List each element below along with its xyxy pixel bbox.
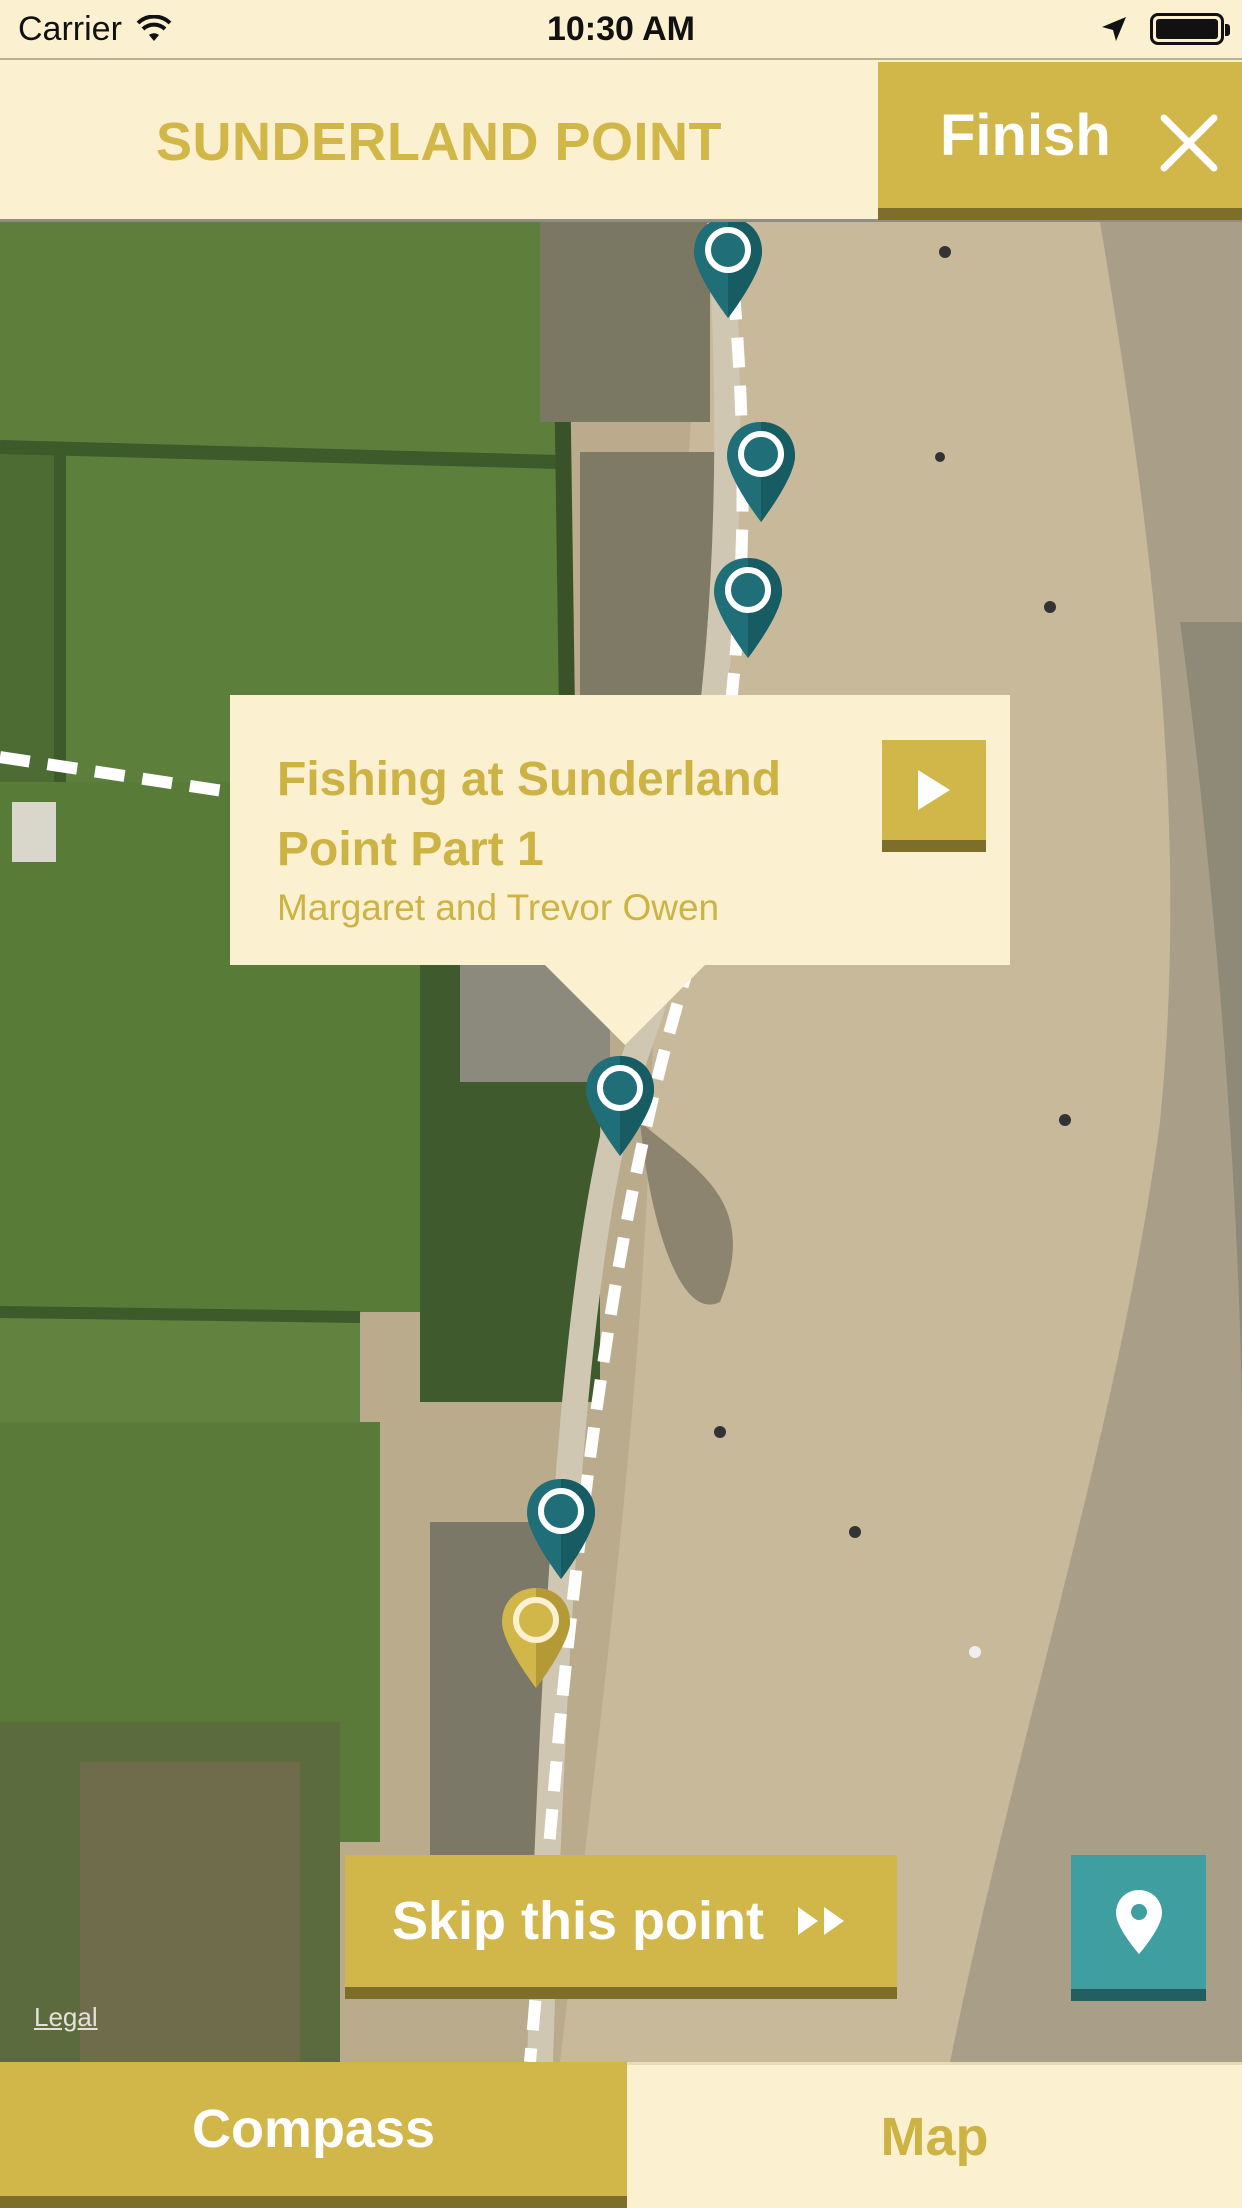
waypoint-pin[interactable] (523, 1475, 599, 1585)
play-icon (918, 770, 950, 810)
satellite-map[interactable]: Fishing at Sunderland Point Part 1 Marga… (0, 222, 1242, 2062)
waypoint-pin[interactable] (710, 554, 786, 664)
map-pin-icon (1115, 1890, 1162, 1954)
close-icon[interactable] (1160, 114, 1218, 172)
map-pin-icon (727, 422, 795, 522)
skip-label: Skip this point (392, 1891, 764, 1951)
finish-button[interactable]: Finish (878, 62, 1242, 220)
carrier-label: Carrier (18, 9, 122, 48)
tab-map[interactable]: Map (627, 2062, 1242, 2208)
skip-point-button[interactable]: Skip this point (345, 1855, 897, 1999)
tab-compass[interactable]: Compass (0, 2062, 627, 2208)
header: SUNDERLAND POINT Finish (0, 62, 1242, 222)
page-title: SUNDERLAND POINT (155, 112, 722, 172)
location-arrow-icon (1102, 17, 1126, 41)
status-bar: Carrier 10:30 AM (0, 0, 1242, 60)
map-pin-icon (714, 558, 782, 658)
status-time: 10:30 AM (546, 9, 696, 48)
point-callout[interactable]: Fishing at Sunderland Point Part 1 Marga… (230, 695, 1010, 1045)
fast-forward-icon (794, 1903, 850, 1939)
status-left: Carrier (18, 10, 172, 49)
play-button[interactable] (882, 740, 986, 852)
map-pin-icon (527, 1479, 595, 1579)
battery-icon (1150, 13, 1230, 45)
locate-button[interactable] (1071, 1855, 1206, 2001)
wifi-icon (136, 15, 172, 41)
legal-link[interactable]: Legal (34, 2002, 98, 2033)
status-right (1100, 13, 1230, 45)
callout-title: Fishing at Sunderland Point Part 1 (277, 753, 782, 876)
waypoint-pin[interactable] (582, 1052, 658, 1162)
waypoint-pin[interactable] (690, 222, 766, 324)
callout-subtitle: Margaret and Trevor Owen (277, 887, 720, 928)
tab-bar: Compass Map (0, 2062, 1242, 2208)
current-point-pin[interactable] (498, 1584, 574, 1694)
map-pin-icon (694, 222, 762, 318)
battery-fill (1156, 19, 1218, 39)
map-pin-icon (502, 1588, 570, 1688)
waypoint-pin[interactable] (723, 418, 799, 528)
map-pin-icon (586, 1056, 654, 1156)
finish-label: Finish (940, 102, 1111, 168)
